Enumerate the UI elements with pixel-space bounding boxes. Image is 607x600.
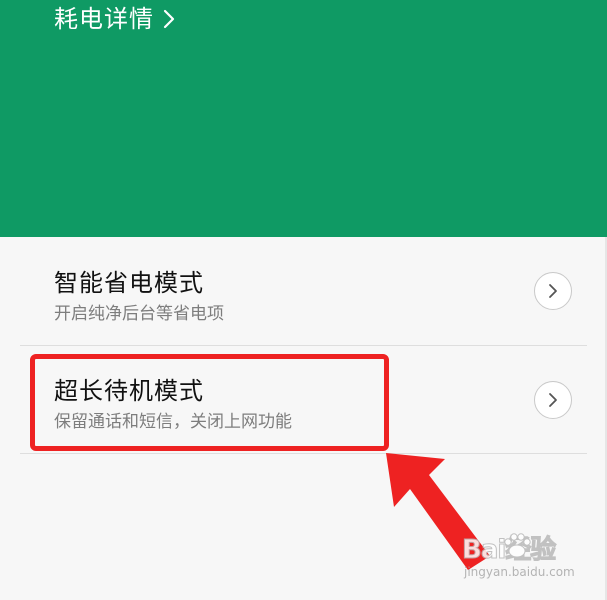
battery-header: 耗电详情 [0, 0, 607, 237]
ultra-standby-mode-item[interactable]: 超长待机模式 保留通话和短信，关闭上网功能 [0, 346, 605, 454]
chevron-right-circle-icon[interactable] [534, 381, 572, 419]
chevron-right-circle-icon[interactable] [534, 272, 572, 310]
chevron-right-icon [163, 9, 175, 29]
divider [20, 453, 587, 454]
smart-power-saving-mode-item[interactable]: 智能省电模式 开启纯净后台等省电项 [0, 237, 605, 345]
item-subtitle: 保留通话和短信，关闭上网功能 [54, 412, 292, 432]
item-title: 智能省电模式 [54, 269, 204, 297]
item-subtitle: 开启纯净后台等省电项 [54, 304, 224, 324]
power-consumption-details-link[interactable]: 耗电详情 [54, 4, 176, 34]
power-consumption-details-label: 耗电详情 [54, 5, 154, 33]
item-title: 超长待机模式 [54, 377, 204, 405]
